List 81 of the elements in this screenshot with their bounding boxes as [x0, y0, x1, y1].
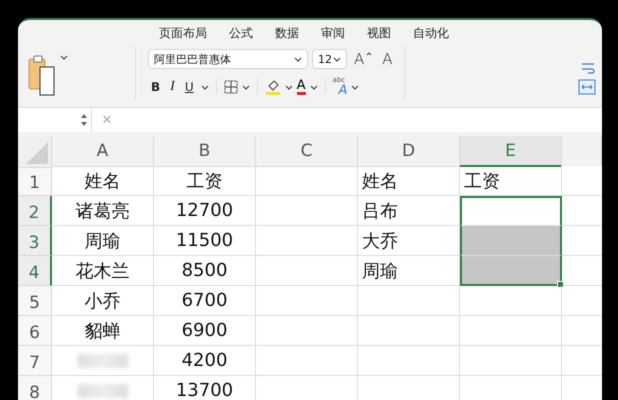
table-cell[interactable] — [460, 196, 562, 226]
shrink-font-button[interactable]: A — [379, 49, 396, 69]
table-cell[interactable]: 6700 — [154, 286, 256, 316]
italic-button[interactable]: I — [167, 77, 178, 97]
table-cell[interactable]: 工资 — [154, 166, 256, 196]
caret-icon — [310, 84, 318, 90]
cell-text: 貂蝉 — [84, 320, 120, 342]
cell-text: 4200 — [182, 350, 228, 371]
cell-text: 8500 — [182, 260, 228, 281]
cell-text: 诸葛亮 — [76, 200, 130, 222]
borders-icon[interactable] — [224, 80, 238, 94]
cell-text: 6700 — [182, 290, 228, 311]
table-cell[interactable]: 貂蝉 — [52, 316, 154, 346]
cell-text: 姓名 — [84, 170, 120, 192]
table-cell[interactable]: 小乔 — [52, 286, 154, 316]
menu-tab[interactable]: 公式 — [229, 24, 253, 43]
up-caret-icon — [366, 52, 372, 56]
column-header[interactable]: C — [256, 136, 358, 167]
column-header[interactable]: D — [358, 136, 460, 167]
caret-icon — [333, 56, 341, 62]
cell-text: 大乔 — [362, 230, 398, 252]
cell-text: 周瑜 — [362, 260, 398, 282]
grow-font-button[interactable]: A — [351, 49, 376, 69]
column-header[interactable]: B — [154, 136, 256, 167]
table-cell[interactable]: 8500 — [154, 256, 256, 286]
cell-text: 周瑜 — [84, 230, 120, 252]
table-cell[interactable]: 姓名 — [358, 166, 460, 196]
cell-text: 工资 — [464, 170, 500, 192]
merge-cells-icon[interactable] — [578, 79, 596, 95]
cell-text: 小乔 — [84, 290, 120, 312]
caret-icon — [242, 84, 250, 90]
cell-text: 12700 — [176, 200, 234, 221]
cell-text: 13700 — [176, 380, 234, 400]
table-cell[interactable]: 13700 — [154, 376, 256, 400]
table-cell[interactable]: 花木兰 — [52, 256, 154, 286]
column-header[interactable]: A — [52, 136, 154, 167]
row-header[interactable]: 4 — [18, 256, 52, 286]
fill-handle[interactable] — [557, 281, 564, 288]
row-header[interactable]: 1 — [18, 166, 52, 196]
table-cell[interactable]: 4200 — [154, 346, 256, 376]
table-cell[interactable] — [460, 256, 562, 286]
row-header[interactable]: 8 — [18, 376, 52, 400]
cell-text: 11500 — [176, 230, 234, 251]
menu-tab[interactable]: 审阅 — [321, 24, 345, 43]
cell-text: 姓名 — [362, 170, 398, 192]
caret-icon — [284, 84, 293, 90]
column-header[interactable]: E — [460, 136, 562, 167]
bold-button[interactable]: B — [148, 77, 164, 97]
caret-icon — [200, 84, 209, 90]
caret-icon — [60, 55, 68, 60]
paint-bucket-icon[interactable] — [264, 79, 281, 95]
caret-icon — [351, 84, 360, 90]
stepper-icon[interactable] — [80, 112, 88, 128]
table-cell[interactable]: 6900 — [154, 316, 256, 346]
row-header[interactable]: 7 — [18, 346, 52, 376]
menu-tab[interactable]: 页面布局 — [159, 24, 207, 43]
menu-tab[interactable]: 自动化 — [413, 24, 449, 43]
cell-text: 6900 — [182, 320, 228, 341]
menu-tab[interactable]: 视图 — [367, 24, 391, 43]
row-header[interactable]: 3 — [18, 226, 52, 256]
select-all-icon[interactable] — [26, 142, 48, 164]
row-header[interactable]: 5 — [18, 286, 52, 316]
table-cell[interactable]: 11500 — [154, 226, 256, 256]
wrap-text-icon[interactable] — [580, 61, 596, 75]
font-color-button[interactable]: A — [296, 79, 306, 95]
table-cell[interactable]: 周瑜 — [52, 226, 154, 256]
row-header[interactable]: 6 — [18, 316, 52, 346]
table-cell[interactable] — [460, 226, 562, 256]
font-size-dropdown[interactable]: 12 — [312, 49, 347, 69]
table-cell[interactable]: 12700 — [154, 196, 256, 226]
row-header[interactable]: 2 — [18, 196, 52, 226]
column-header[interactable] — [562, 136, 602, 167]
caret-icon — [294, 56, 302, 62]
cell-text: 花木兰 — [76, 260, 130, 282]
underline-button[interactable]: U — [182, 77, 197, 97]
table-cell[interactable]: 诸葛亮 — [52, 196, 154, 226]
menu-tab[interactable]: 数据 — [275, 24, 299, 43]
cell-text: 吕布 — [362, 200, 398, 222]
font-name-dropdown[interactable]: 阿里巴巴普惠体 — [148, 49, 308, 69]
cell-text: 工资 — [186, 170, 222, 192]
table-cell[interactable]: 姓名 — [52, 166, 154, 196]
